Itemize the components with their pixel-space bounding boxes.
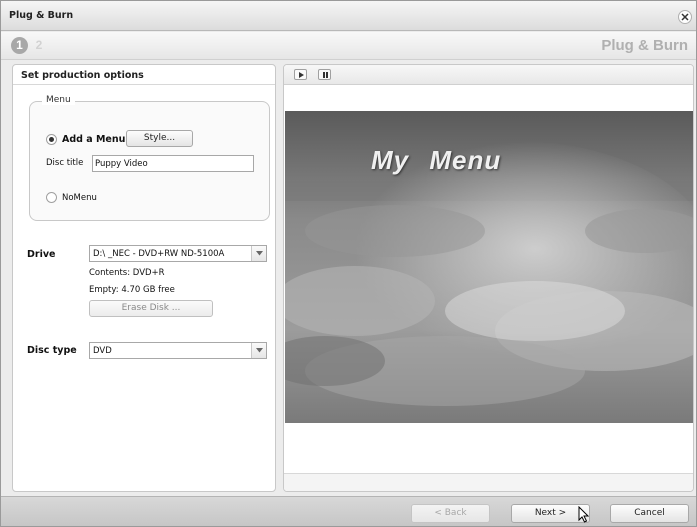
chevron-down-icon [256,251,263,256]
disc-title-label: Disc title [46,158,84,168]
drive-free-space: Empty: 4.70 GB free [89,285,175,295]
step-2-indicator: 2 [35,38,43,52]
play-button[interactable] [294,69,307,80]
plug-and-burn-window: Plug & Burn 1 2 Plug & Burn Set producti… [0,0,697,527]
preview-toolbar [284,65,693,85]
style-button[interactable]: Style... [126,130,193,147]
drive-contents: Contents: DVD+R [89,268,165,278]
disc-type-select[interactable]: DVD [89,342,267,359]
preview-panel: My Menu [283,64,694,492]
step-bar: 1 2 Plug & Burn [1,32,696,60]
disc-type-select-value: DVD [93,346,112,356]
no-menu-radio[interactable] [46,192,57,203]
step-1-indicator: 1 [11,37,28,54]
chevron-down-icon [256,348,263,353]
add-menu-label[interactable]: Add a Menu [62,134,125,145]
drive-select[interactable]: D:\ _NEC - DVD+RW ND-5100A [89,245,267,262]
no-menu-label[interactable]: NoMenu [62,193,97,203]
play-icon [299,72,304,78]
drive-select-value: D:\ _NEC - DVD+RW ND-5100A [93,249,225,259]
pause-button[interactable] [318,69,331,80]
drive-label: Drive [27,249,56,260]
menu-title-text: My Menu [371,145,502,175]
brand-label: Plug & Burn [601,37,688,54]
close-button[interactable] [678,10,692,24]
drive-dropdown-button[interactable] [251,246,266,261]
disc-type-label: Disc type [27,345,77,356]
menu-preview: My Menu [285,111,693,423]
disc-type-dropdown-button[interactable] [251,343,266,358]
preview-footer [284,473,693,491]
add-menu-radio[interactable] [46,134,57,145]
erase-disk-button[interactable]: Erase Disk ... [89,300,213,317]
panel-heading: Set production options [13,65,275,85]
menu-group: Menu Add a Menu Style... Disc title Pupp… [29,95,270,221]
mouse-cursor-icon [578,506,589,523]
close-icon [681,13,689,21]
title-bar: Plug & Burn [1,1,696,31]
back-button[interactable]: < Back [411,504,490,523]
wizard-button-bar: < Back Next > Cancel [1,496,696,526]
menu-group-legend: Menu [42,95,75,105]
cancel-button[interactable]: Cancel [610,504,689,523]
window-title: Plug & Burn [9,10,74,21]
production-options-panel: Set production options Menu Add a Menu S… [12,64,276,492]
disc-title-input[interactable]: Puppy Video [92,155,254,172]
pause-icon [323,72,328,78]
